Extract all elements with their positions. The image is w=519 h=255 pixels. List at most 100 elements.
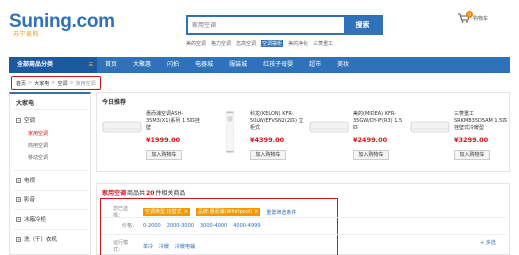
sidebar-category-ac[interactable]: − 空调 [16,116,35,124]
cart-link[interactable]: 0 购物车 [458,11,489,23]
all-categories-button[interactable]: 全部商品分类 ☰ [9,57,97,73]
today-recommend-panel: 今日推荐 惠而浦空调ASH-35M3(X1)系列 1.5匹挂壁 ¥1999.00… [96,92,510,172]
menu-icon: ☰ [88,62,93,68]
breadcrumb-home[interactable]: 首页 [16,80,26,87]
price-option[interactable]: 3000-4000 [200,223,227,229]
breadcrumb-major-appliances[interactable]: 大家电 [34,80,49,87]
reset-filters-link[interactable]: 重置筛选条件 [266,209,296,216]
hot-word[interactable]: 格力空调 [211,40,231,47]
mode-option[interactable]: 单冷 [143,243,153,250]
add-to-cart-button[interactable]: 加入购物车 [250,150,286,160]
sidebar-sub-commercial-ac[interactable]: 商用空调 [28,142,48,149]
hot-word[interactable]: 三菱重工 [313,40,333,47]
remove-tag-icon[interactable]: × [184,208,188,216]
nav-item-baby[interactable]: 红孩子母婴 [255,57,301,73]
sidebar-category-fridge[interactable]: + 冰箱冷柜 [16,215,46,223]
hot-search-words: 美的空调 格力空调 志高空调 空调摆柜 美的净化 三菱重工 [186,40,333,47]
divider [14,229,88,230]
nav-item-supermarket[interactable]: 超市 [301,57,329,73]
product-name[interactable]: 科龙(KELON) KFR-50LW/EFVSN2(2匹) 立柜式 [250,111,304,132]
price-option[interactable]: 4000-4999 [233,223,260,229]
cart-icon: 0 [458,11,473,23]
category-sidebar: 大家电 − 空调 家用空调 商用空调 移动空调 + 电视 + 影音 + 冰箱冷柜… [9,92,91,255]
filter-tag-label: 品牌:惠而浦(Whirlpool) [197,209,253,215]
sidebar-category-label: 洗（干）衣机 [24,237,58,243]
product-name[interactable]: 惠而浦空调ASH-35M3(X1)系列 1.5匹挂壁 [146,111,200,132]
mode-filter-row: 运行模式： 单冷 冷暖 冷暖电辅 [113,239,195,253]
add-to-cart-button[interactable]: 加入购物车 [146,150,182,160]
result-count: 20 [146,190,155,197]
sidebar-category-audio-video[interactable]: + 影音 [16,195,35,203]
nav-item-beauty[interactable]: 美妆 [329,57,357,73]
product-price: ¥3299.00 [454,136,489,144]
result-middle-text: 商品共 [127,190,146,197]
sidebar-category-label: 冰箱冷柜 [24,217,47,223]
product-name[interactable]: 三菱重工 SRKMB35D5AM 1.5匹 挂壁式冷暖型 [454,111,508,132]
product-card[interactable]: 三菱重工 SRKMB35D5AM 1.5匹 挂壁式冷暖型 ¥3299.00 加入… [408,111,509,171]
divider [14,170,88,171]
nav-item-appliances[interactable]: 电器城 [187,57,221,73]
mode-label: 运行模式： [113,240,129,253]
breadcrumb-separator: > [69,80,74,86]
product-price: ¥4399.00 [250,136,285,144]
price-option[interactable]: 0-2000 [143,223,161,229]
price-option[interactable]: 2000-3000 [167,223,194,229]
breadcrumb: 首页 > 大家电 > 空调 > 家用空调 [11,76,101,90]
result-suffix: 件相关商品 [155,190,186,197]
price-filter-row: 价格： 0-2000 2000-3000 3000-4000 4000-4999 [113,222,261,230]
divider [14,109,88,110]
floor-ac-image[interactable] [224,111,236,153]
breadcrumb-separator: > [51,80,56,86]
mode-option[interactable]: 冷暖 [159,243,169,250]
wall-ac-image[interactable] [102,119,142,135]
expand-icon: + [16,216,21,222]
nav-item-clothing[interactable]: 服装城 [221,57,255,73]
sidebar-category-washer[interactable]: + 洗（干）衣机 [16,235,57,243]
search-button[interactable]: 搜索 [344,17,381,33]
divider [14,190,88,191]
hot-word[interactable]: 美的空调 [186,40,206,47]
nav-item-flash[interactable]: 闪拍 [159,57,187,73]
divider [101,217,506,218]
product-price: ¥1999.00 [146,136,181,144]
expand-icon: + [16,196,21,202]
wall-ac-image[interactable] [309,119,349,135]
result-category: 家用空调 [102,190,127,197]
product-name[interactable]: 美的(MIDEA) KFR-35GW/DY-IF(R3) 1.5匹 [353,111,407,132]
breadcrumb-air-conditioner[interactable]: 空调 [57,80,67,87]
product-card[interactable]: 科龙(KELON) KFR-50LW/EFVSN2(2匹) 立柜式 ¥4399.… [204,111,305,171]
product-card[interactable]: 美的(MIDEA) KFR-35GW/DY-IF(R3) 1.5匹 ¥2499.… [307,111,408,171]
add-to-cart-button[interactable]: 加入购物车 [353,150,389,160]
breadcrumb-current: 家用空调 [75,80,96,87]
divider [101,234,506,235]
suning-logo[interactable]: Suning.com [9,12,115,32]
expand-icon: + [16,236,21,242]
filter-tag-brand[interactable]: 品牌:惠而浦(Whirlpool) × [195,208,261,216]
breadcrumb-separator: > [28,80,33,86]
today-recommend-title: 今日推荐 [102,99,127,106]
sidebar-sub-home-ac[interactable]: 家用空调 [28,130,48,137]
sidebar-category-tv[interactable]: + 电视 [16,176,35,184]
collapse-icon: − [16,117,21,123]
result-summary: 家用空调 商品共 20 件相关商品 [102,188,185,197]
remove-tag-icon[interactable]: × [254,208,258,216]
hot-word[interactable]: 志高空调 [236,40,256,47]
mode-option[interactable]: 冷暖电辅 [175,243,195,250]
filter-tag-type[interactable]: 空调类型:挂壁式 × [143,208,190,216]
cart-label: 购物车 [473,15,489,22]
sidebar-sub-portable-ac[interactable]: 移动空调 [28,154,48,161]
logo-subtitle: 苏宁易购 [13,31,40,38]
sidebar-title: 大家电 [16,100,35,107]
hot-word-highlighted[interactable]: 空调摆柜 [261,40,284,47]
add-to-cart-button[interactable]: 加入购物车 [454,150,490,160]
hot-word[interactable]: 美的净化 [288,40,308,47]
search-input[interactable] [188,17,344,33]
multi-select-button[interactable]: + 多选 [480,239,496,246]
product-card[interactable]: 惠而浦空调ASH-35M3(X1)系列 1.5匹挂壁 ¥1999.00 加入购物… [100,111,201,171]
all-categories-label: 全部商品分类 [17,61,54,68]
wall-ac-image[interactable] [410,119,450,135]
nav-item-home[interactable]: 首页 [97,57,125,73]
nav-item-dajuhui[interactable]: 大聚惠 [125,57,159,73]
sidebar-category-label: 电视 [24,178,36,184]
filter-tag-label: 空调类型:挂壁式 [145,209,182,215]
